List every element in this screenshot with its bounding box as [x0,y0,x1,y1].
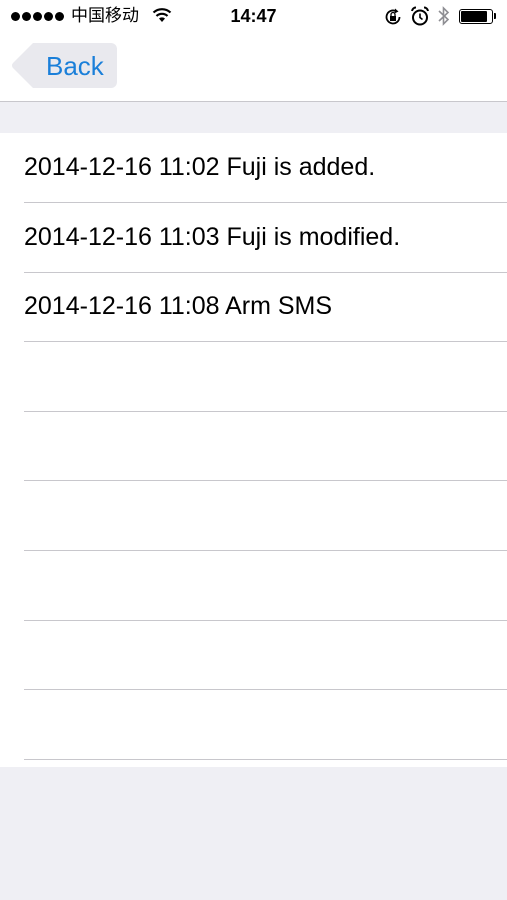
log-table: 2014-12-16 11:02 Fuji is added. 2014-12-… [0,133,507,767]
list-item[interactable] [0,551,507,621]
back-button[interactable]: Back [11,43,117,88]
log-entry-text: 2014-12-16 11:03 Fuji is modified. [24,223,401,251]
log-entry-text: 2014-12-16 11:02 Fuji is added. [24,153,376,181]
status-bar: 中国移动 14:47 [0,0,507,34]
list-item[interactable] [0,481,507,551]
list-item[interactable] [0,411,507,481]
list-item[interactable] [0,690,507,760]
battery-icon [459,9,496,24]
log-entry-text: 2014-12-16 11:08 Arm SMS [24,292,333,320]
list-item[interactable]: 2014-12-16 11:02 Fuji is added. [0,133,507,203]
rotation-lock-icon [383,7,403,32]
list-item[interactable] [0,342,507,412]
bluetooth-icon [437,5,451,32]
alarm-icon [410,6,430,32]
list-item[interactable] [0,620,507,690]
row-separator [24,759,507,760]
navigation-bar: Back [0,34,507,102]
clock-time: 14:47 [230,6,277,26]
back-button-label: Back [46,51,104,81]
list-item[interactable]: 2014-12-16 11:03 Fuji is modified. [0,203,507,273]
list-item[interactable]: 2014-12-16 11:08 Arm SMS [0,272,507,342]
